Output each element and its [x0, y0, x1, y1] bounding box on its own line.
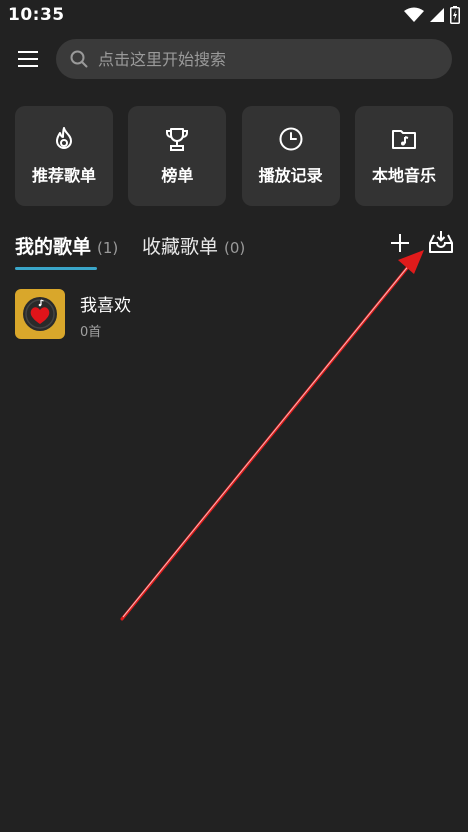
flame-icon: [56, 127, 72, 149]
recommended-playlists-button[interactable]: 推荐歌单: [15, 106, 113, 206]
charts-button[interactable]: 榜单: [128, 106, 227, 206]
playlist-name: 我喜欢: [80, 296, 131, 316]
quick-card-label: 播放记录: [258, 166, 323, 185]
playlist-item[interactable]: 我喜欢 0首: [15, 289, 453, 341]
plus-icon: [391, 234, 409, 252]
status-bar: 10:35: [0, 0, 468, 34]
search-icon: [70, 50, 88, 68]
play-history-button[interactable]: 播放记录: [241, 106, 340, 206]
quick-actions: 推荐歌单 榜单 播放记录 本地音乐: [15, 106, 453, 206]
clock-icon: [279, 127, 303, 151]
wifi-icon: [404, 7, 424, 27]
trophy-icon: [166, 128, 189, 151]
quick-card-label: 本地音乐: [371, 166, 436, 185]
quick-card-label: 榜单: [161, 166, 194, 185]
local-music-button[interactable]: 本地音乐: [354, 106, 453, 206]
tab-count: (1): [97, 239, 119, 257]
tab-favorite-playlists[interactable]: 收藏歌单 (0): [142, 232, 245, 259]
battery-charging-icon: [450, 6, 460, 28]
status-icons: [404, 6, 460, 28]
status-time: 10:35: [8, 5, 65, 25]
playlist-cover: [15, 289, 65, 339]
add-playlist-button[interactable]: [389, 232, 411, 254]
search-input[interactable]: [96, 48, 420, 70]
active-tab-indicator: [15, 267, 97, 270]
tab-count: (0): [224, 239, 246, 257]
heart-record-icon: [23, 297, 57, 331]
hamburger-menu-icon: [18, 51, 38, 67]
cellular-signal-icon: [430, 7, 444, 27]
tab-label: 我的歌单: [15, 236, 92, 258]
quick-card-label: 推荐歌单: [31, 166, 96, 185]
app-screen: 10:35 点击这里开始搜索 推荐歌单 榜单 播放记录 本地音乐 我的歌单 (1…: [0, 0, 468, 832]
playlist-song-count: 0首: [80, 325, 102, 340]
tab-label: 收藏歌单: [142, 236, 219, 258]
inbox-download-icon: [429, 231, 453, 253]
search-bar[interactable]: [56, 39, 452, 79]
menu-button[interactable]: [16, 47, 42, 71]
playlist-tabs: 我的歌单 (1) 收藏歌单 (0): [15, 229, 454, 272]
tab-my-playlists[interactable]: 我的歌单 (1): [15, 232, 118, 259]
music-folder-icon: [391, 130, 416, 149]
import-playlist-button[interactable]: [428, 229, 454, 255]
